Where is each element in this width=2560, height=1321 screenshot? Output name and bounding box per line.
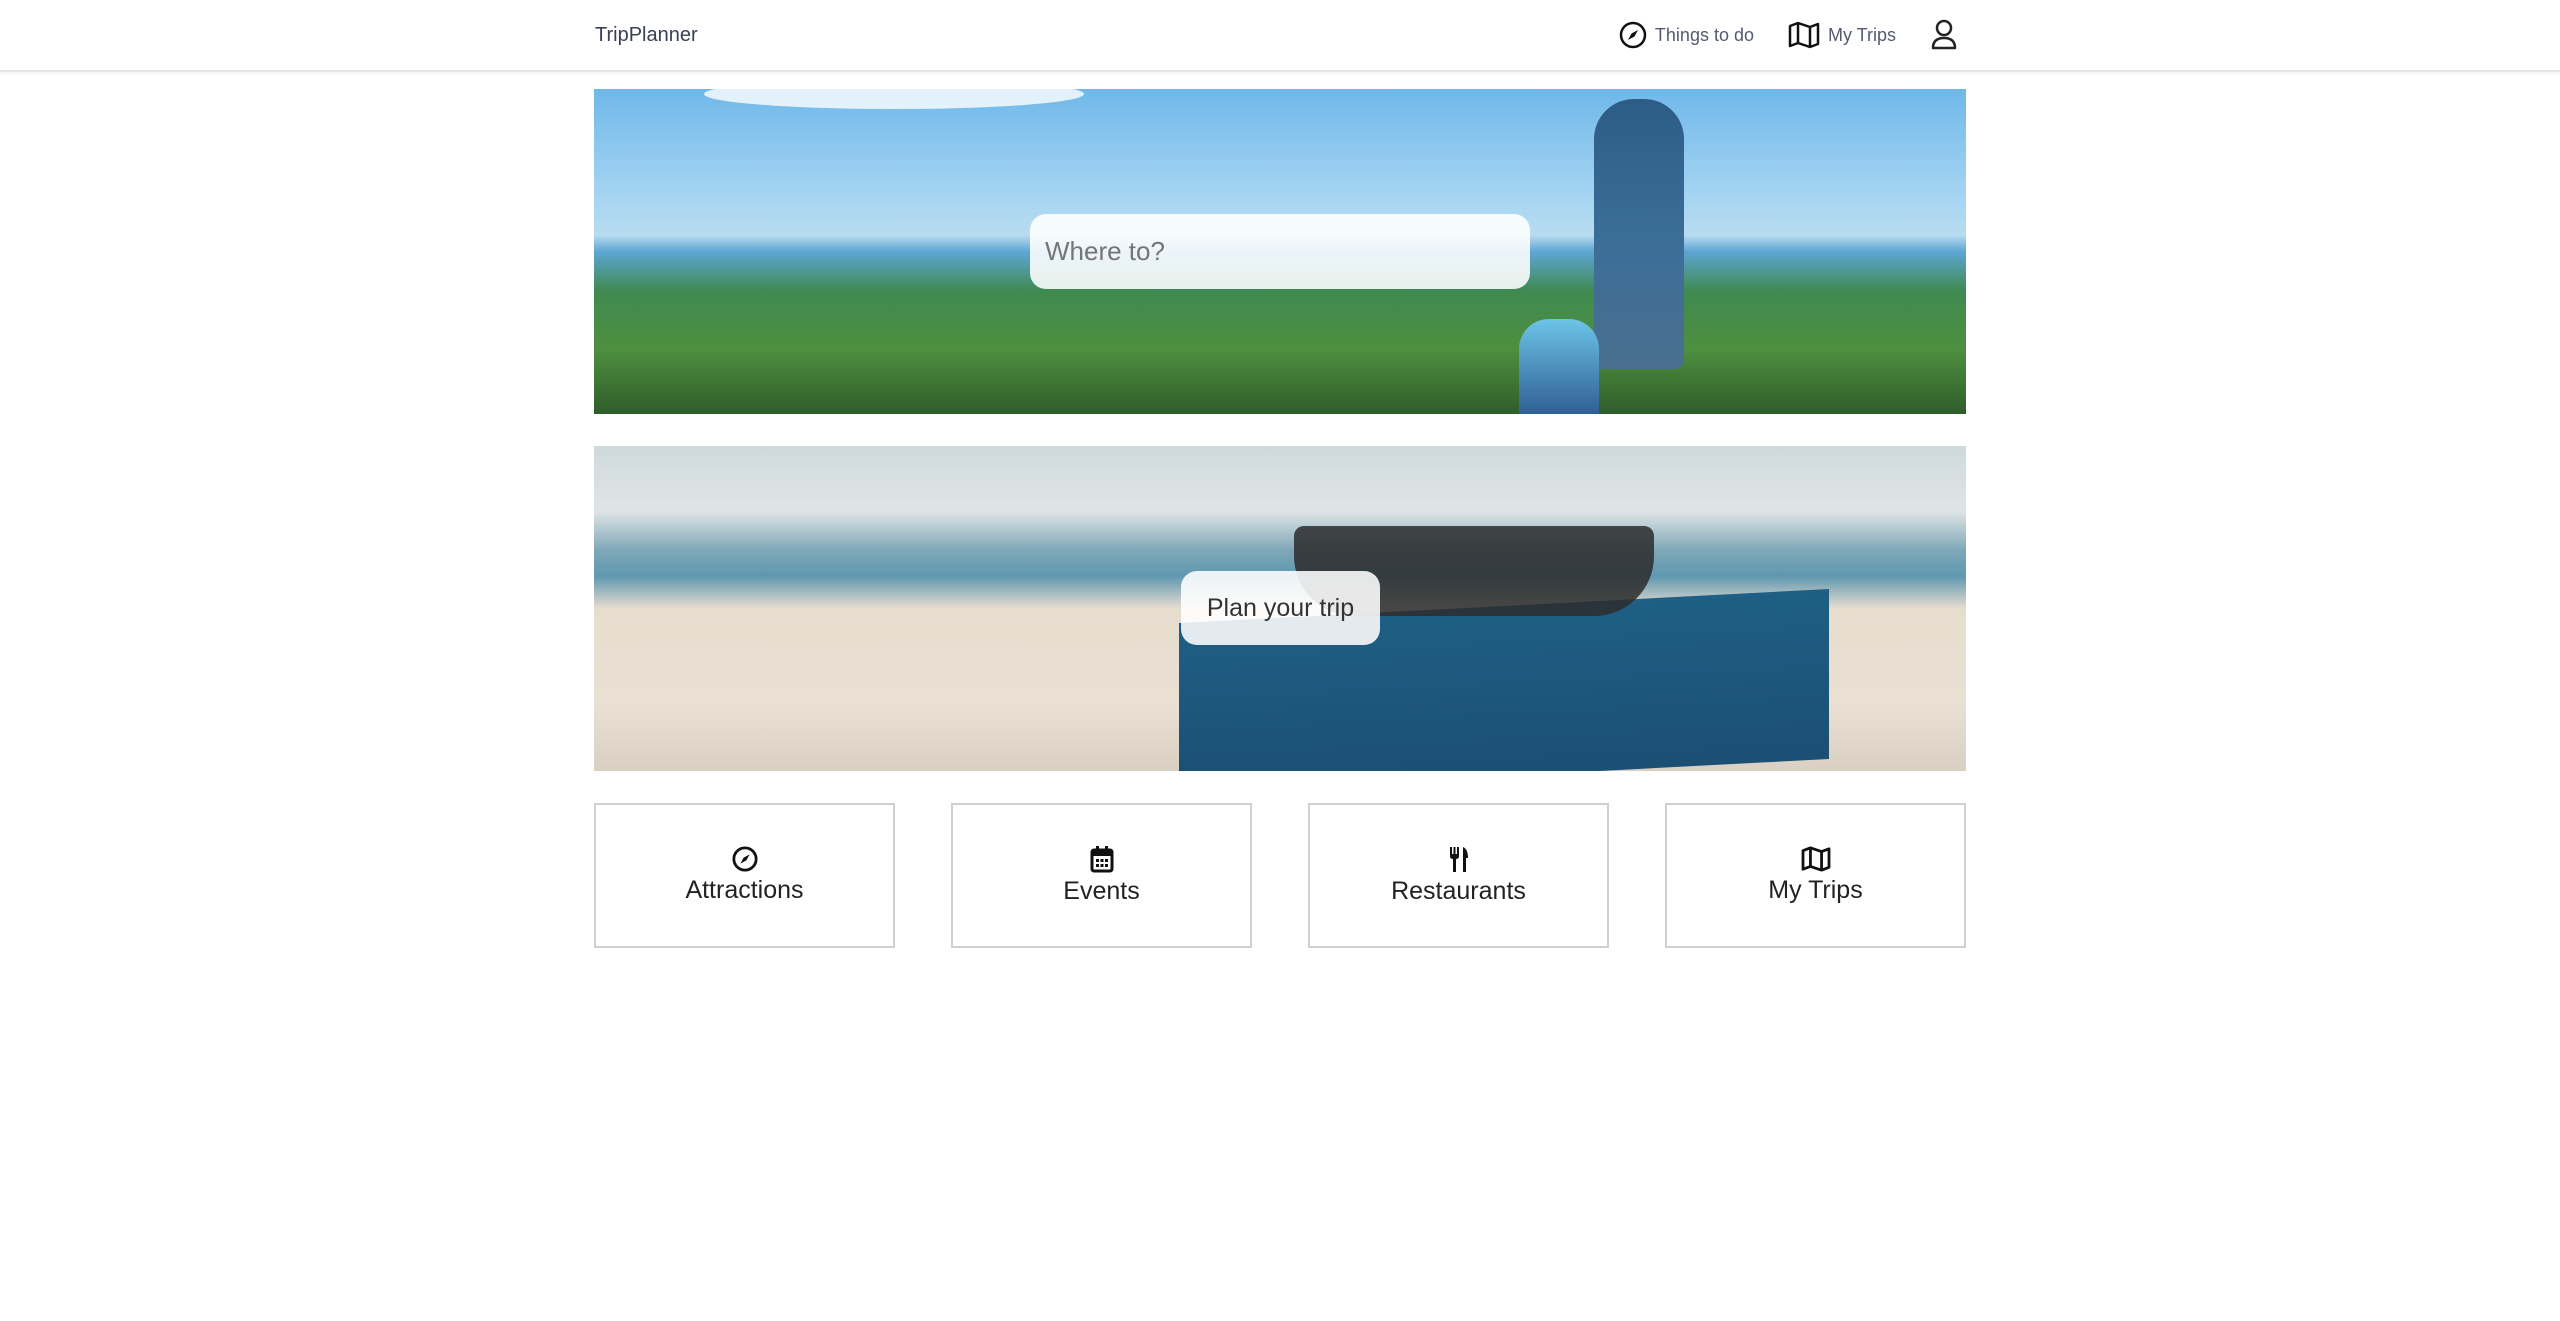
category-cards: Attractions Events Restaurants My Trips	[594, 803, 1966, 948]
nav-links: Things to do My Trips	[1585, 16, 1966, 54]
category-label: My Trips	[1768, 876, 1863, 904]
category-label: Attractions	[685, 876, 804, 904]
hero-plan-banner: Plan your trip	[594, 446, 1966, 771]
destination-search-input[interactable]	[1030, 214, 1530, 289]
map-icon	[1801, 846, 1830, 872]
plan-your-trip-button[interactable]: Plan your trip	[1181, 571, 1380, 645]
category-card-restaurants[interactable]: Restaurants	[1308, 803, 1609, 948]
nav-my-trips-label: My Trips	[1827, 24, 1896, 45]
top-navbar: TripPlanner Things to do My Trips	[0, 0, 2560, 72]
cloud-decoration	[704, 89, 1084, 109]
category-label: Events	[1063, 877, 1140, 905]
nav-things-to-do-label: Things to do	[1654, 24, 1754, 45]
category-card-attractions[interactable]: Attractions	[594, 803, 895, 948]
user-icon	[1931, 19, 1957, 50]
nav-things-to-do[interactable]: Things to do	[1619, 21, 1754, 49]
hiker-silhouette	[1594, 99, 1684, 369]
profile-button[interactable]	[1930, 19, 1966, 51]
hero-search-banner	[594, 89, 1966, 414]
category-label: Restaurants	[1391, 877, 1526, 905]
hiker-silhouette-2	[1519, 319, 1599, 414]
calendar-icon	[1090, 846, 1113, 873]
compass-icon	[1619, 21, 1647, 49]
map-icon	[1788, 21, 1820, 49]
compass-icon	[731, 846, 758, 872]
utensils-icon	[1449, 847, 1468, 872]
category-card-events[interactable]: Events	[951, 803, 1252, 948]
category-card-my-trips[interactable]: My Trips	[1665, 803, 1966, 948]
brand-logo[interactable]: TripPlanner	[595, 24, 698, 47]
nav-my-trips[interactable]: My Trips	[1788, 21, 1896, 49]
